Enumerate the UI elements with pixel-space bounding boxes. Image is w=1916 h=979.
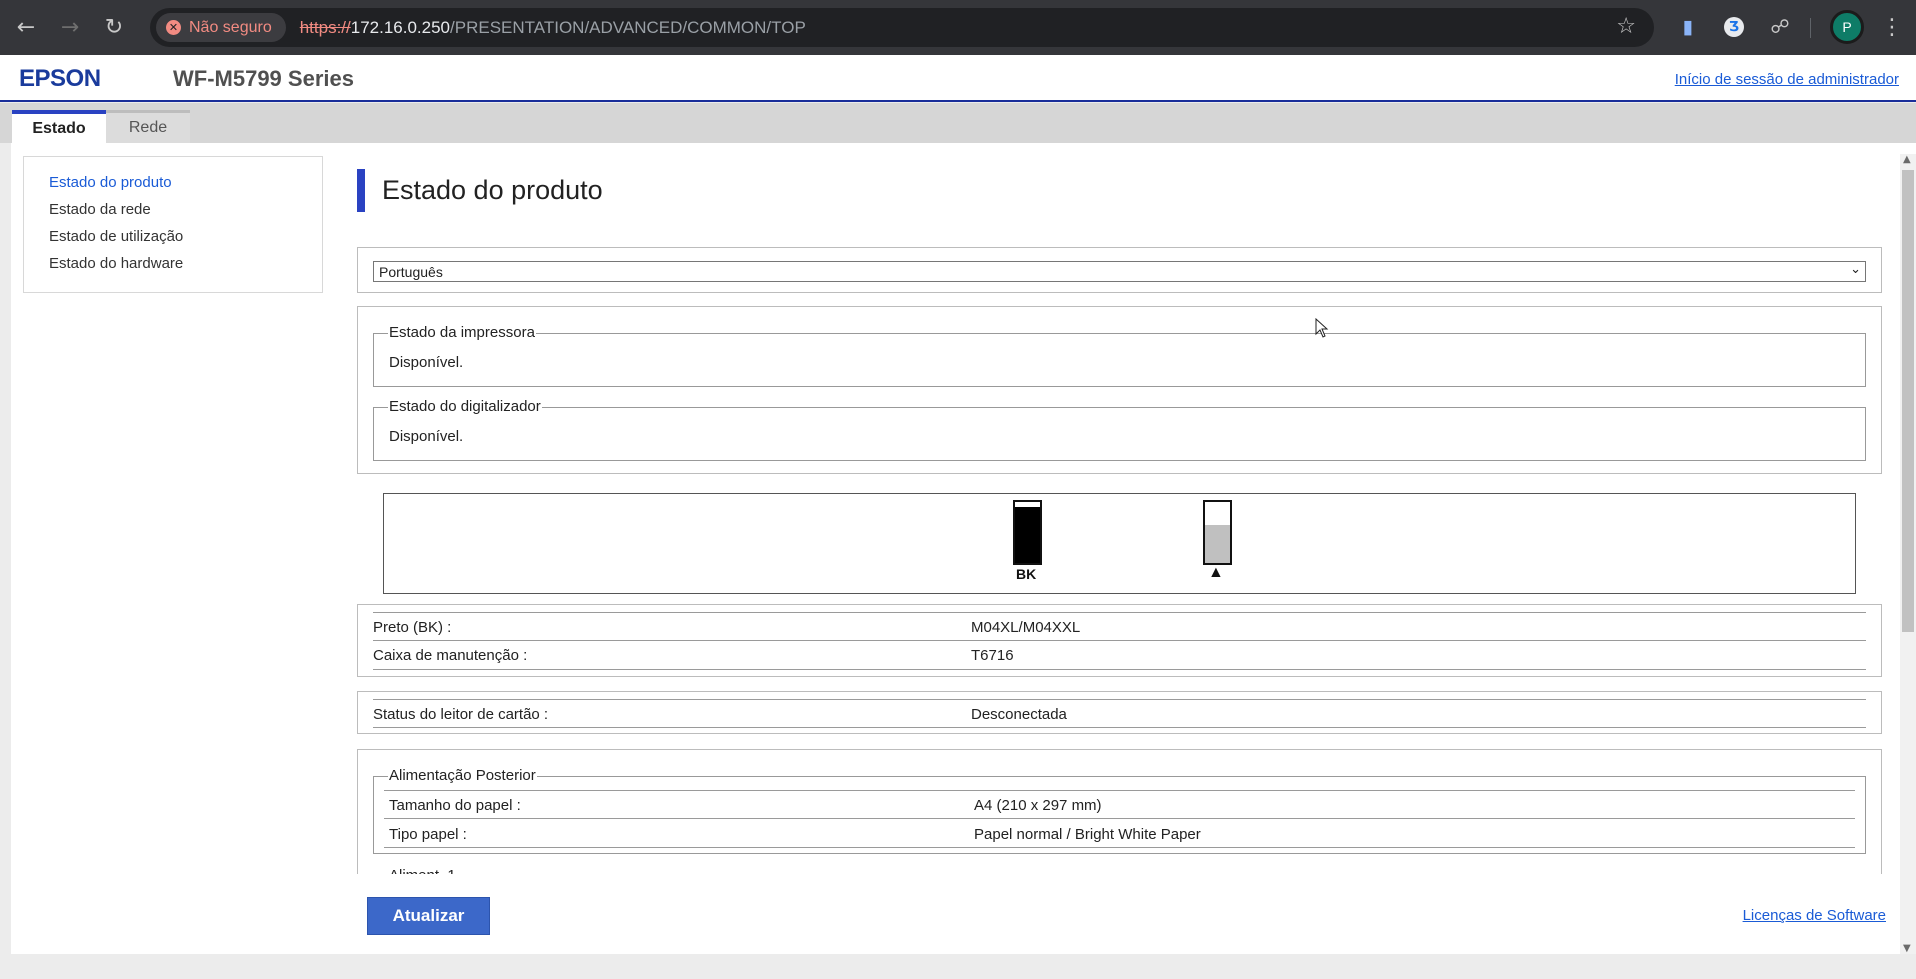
row-divider <box>373 612 1866 613</box>
black-ink-tank <box>1013 500 1042 565</box>
paper-size-label: Tamanho do papel : <box>389 797 521 814</box>
scanner-status-group: Estado do digitalizador Disponível. <box>373 398 1866 461</box>
maintenance-box-value: T6716 <box>971 647 1014 664</box>
paper-type-label: Tipo papel : <box>389 826 467 843</box>
model-name: WF-M5799 Series <box>173 66 354 91</box>
sidebar-item-estado-da-rede[interactable]: Estado da rede <box>24 201 322 228</box>
scanner-status-legend: Estado do digitalizador <box>388 398 542 415</box>
extension-translate-icon[interactable]: Ʒ <box>1718 11 1750 43</box>
vertical-scrollbar[interactable]: ▲ ▼ <box>1900 154 1916 954</box>
printer-status-value: Disponível. <box>389 354 464 371</box>
rear-feed-group: Alimentação Posterior Tamanho do papel :… <box>373 767 1866 854</box>
sidebar-menu: Estado do produto Estado da rede Estado … <box>23 156 323 293</box>
extension-bookmark-icon[interactable]: ▮ <box>1672 11 1704 43</box>
security-chip-label: Não seguro <box>189 18 272 36</box>
black-ink-level <box>1015 506 1040 563</box>
language-selected: Português <box>379 263 443 280</box>
cursor-arrow-icon <box>1315 317 1329 338</box>
maintenance-box-tank <box>1203 500 1232 565</box>
black-ink-cartridge-label: Preto (BK) : <box>373 619 452 636</box>
tab-bar: Estado Rede <box>0 103 1916 143</box>
paper-type-value: Papel normal / Bright White Paper <box>974 826 1201 843</box>
extensions-puzzle-icon[interactable]: ☍ <box>1764 11 1796 43</box>
address-bar[interactable]: ✕ Não seguro https://172.16.0.250/PRESEN… <box>150 8 1654 47</box>
maintenance-box-icon: ▲ <box>1208 564 1224 581</box>
bookmark-star-icon[interactable]: ☆ <box>1616 14 1636 39</box>
ink-levels-panel: BK ▲ <box>383 493 1856 594</box>
url-scheme: https:// <box>299 17 351 37</box>
row-divider <box>384 847 1855 848</box>
page-header: EPSON WF-M5799 Series Início de sessão d… <box>0 55 1916 102</box>
row-divider <box>373 699 1866 700</box>
paper-size-value: A4 (210 x 297 mm) <box>974 797 1102 814</box>
software-licenses-link[interactable]: Licenças de Software <box>1743 907 1886 924</box>
maintenance-box-level <box>1205 524 1230 563</box>
browser-menu-icon[interactable]: ⋮ <box>1880 11 1904 43</box>
update-button[interactable]: Atualizar <box>367 897 490 935</box>
security-chip[interactable]: ✕ Não seguro <box>156 13 286 42</box>
url-host: 172.16.0.250 <box>350 17 451 37</box>
black-ink-cartridge-value: M04XL/M04XXL <box>971 619 1081 636</box>
rear-feed-legend: Alimentação Posterior <box>388 767 537 784</box>
scrollbar-thumb[interactable] <box>1902 170 1914 632</box>
title-accent-bar <box>357 169 365 212</box>
admin-login-link[interactable]: Início de sessão de administrador <box>1675 71 1899 88</box>
row-divider <box>384 818 1855 819</box>
black-ink-label: BK <box>1016 566 1037 582</box>
sidebar-item-estado-do-hardware[interactable]: Estado do hardware <box>24 255 322 282</box>
footer-bar <box>11 874 1889 954</box>
row-divider <box>373 640 1866 641</box>
chevron-down-icon: ⌄ <box>1850 262 1861 277</box>
epson-logo: EPSON <box>19 65 101 92</box>
row-divider <box>384 790 1855 791</box>
scroll-down-icon[interactable]: ▼ <box>1903 943 1911 954</box>
forward-icon[interactable]: → <box>48 6 92 50</box>
not-secure-icon: ✕ <box>166 20 181 35</box>
url-path: /PRESENTATION/ADVANCED/COMMON/TOP <box>450 17 806 37</box>
scroll-up-icon[interactable]: ▲ <box>1903 154 1911 165</box>
row-divider <box>373 669 1866 670</box>
tab-estado[interactable]: Estado <box>12 110 106 143</box>
reload-icon[interactable]: ↻ <box>92 6 136 50</box>
back-icon[interactable]: ← <box>4 6 48 50</box>
toolbar-separator <box>1810 18 1811 38</box>
printer-status-legend: Estado da impressora <box>388 324 536 341</box>
browser-toolbar: ← → ↻ ✕ Não seguro https://172.16.0.250/… <box>0 0 1916 55</box>
language-panel: Português ⌄ <box>357 247 1882 293</box>
card-reader-panel: Status do leitor de cartão : Desconectad… <box>357 691 1882 734</box>
language-select[interactable]: Português ⌄ <box>373 261 1866 282</box>
page-title: Estado do produto <box>382 175 603 205</box>
profile-avatar[interactable]: P <box>1830 10 1864 44</box>
supplies-panel: Preto (BK) : M04XL/M04XXL Caixa de manut… <box>357 604 1882 677</box>
sidebar-item-estado-de-utilizacao[interactable]: Estado de utilização <box>24 228 322 255</box>
maintenance-box-label: Caixa de manutenção : <box>373 647 528 664</box>
url-text[interactable]: https://172.16.0.250/PRESENTATION/ADVANC… <box>300 18 806 38</box>
card-reader-label: Status do leitor de cartão : <box>373 706 549 723</box>
printer-status-group: Estado da impressora Disponível. <box>373 324 1866 387</box>
card-reader-value: Desconectada <box>971 706 1067 723</box>
status-panel: Estado da impressora Disponível. Estado … <box>357 306 1882 474</box>
scanner-status-value: Disponível. <box>389 428 464 445</box>
content-area: Estado do produto Estado da rede Estado … <box>11 143 1916 954</box>
tab-rede[interactable]: Rede <box>106 110 190 143</box>
sidebar-item-estado-do-produto[interactable]: Estado do produto <box>24 174 322 201</box>
row-divider <box>373 727 1866 728</box>
